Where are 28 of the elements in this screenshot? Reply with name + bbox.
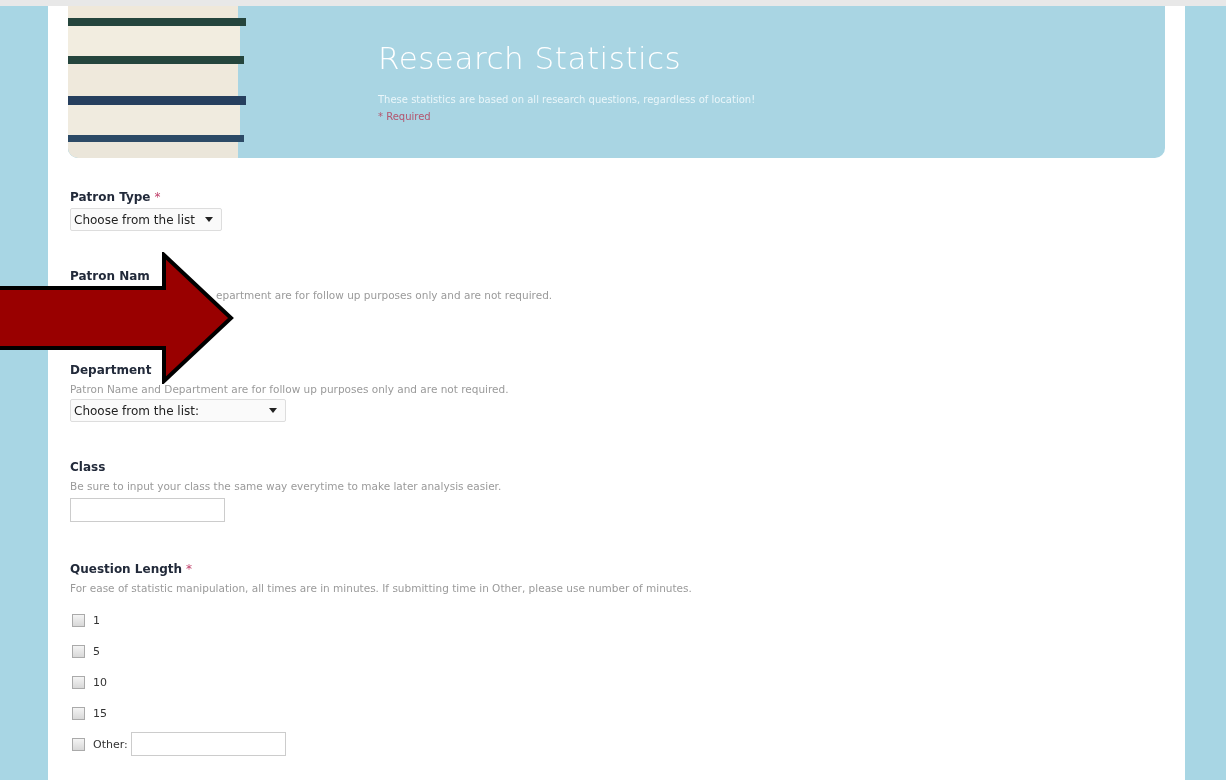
form-title: Research Statistics (378, 40, 683, 76)
checkbox[interactable] (72, 675, 85, 689)
form-description: These statistics are based on all research questions, regardless of location! (378, 94, 756, 105)
input-field[interactable] (130, 732, 286, 756)
question-label: Department (70, 363, 153, 377)
input-field[interactable] (70, 498, 225, 522)
help-text: epartment are for follow up purposes only and are not required. (216, 289, 554, 301)
question-label: Patron Type * (70, 190, 162, 204)
option-label: 5 (93, 644, 100, 658)
dropdown[interactable]: Choose from the list (70, 208, 222, 231)
checkbox[interactable] (72, 613, 85, 627)
help-text: Patron Name and Department are for follow up purposes only and are not required. (70, 383, 510, 395)
checkbox[interactable] (72, 737, 85, 751)
help-text: For ease of statistic manipulation, all times are in minutes. If submitting time in Other, please use number of minutes. (70, 582, 693, 594)
checkbox[interactable] (72, 644, 85, 658)
option-label: 10 (93, 675, 107, 689)
checkbox[interactable] (72, 706, 85, 720)
option-label: 1 (93, 613, 100, 627)
question-label: Question Length * (70, 562, 194, 576)
caret-icon (205, 217, 213, 222)
option-label: Other: (93, 737, 128, 751)
question-label: Patron Nam (70, 269, 151, 283)
dropdown[interactable]: Choose from the list: (70, 399, 286, 422)
required-note: * Required (378, 111, 432, 122)
help-text: Be sure to input your class the same way everytime to make later analysis easier. (70, 480, 503, 492)
caret-icon (269, 408, 277, 413)
option-label: 15 (93, 706, 107, 720)
question-label: Class (70, 460, 107, 474)
